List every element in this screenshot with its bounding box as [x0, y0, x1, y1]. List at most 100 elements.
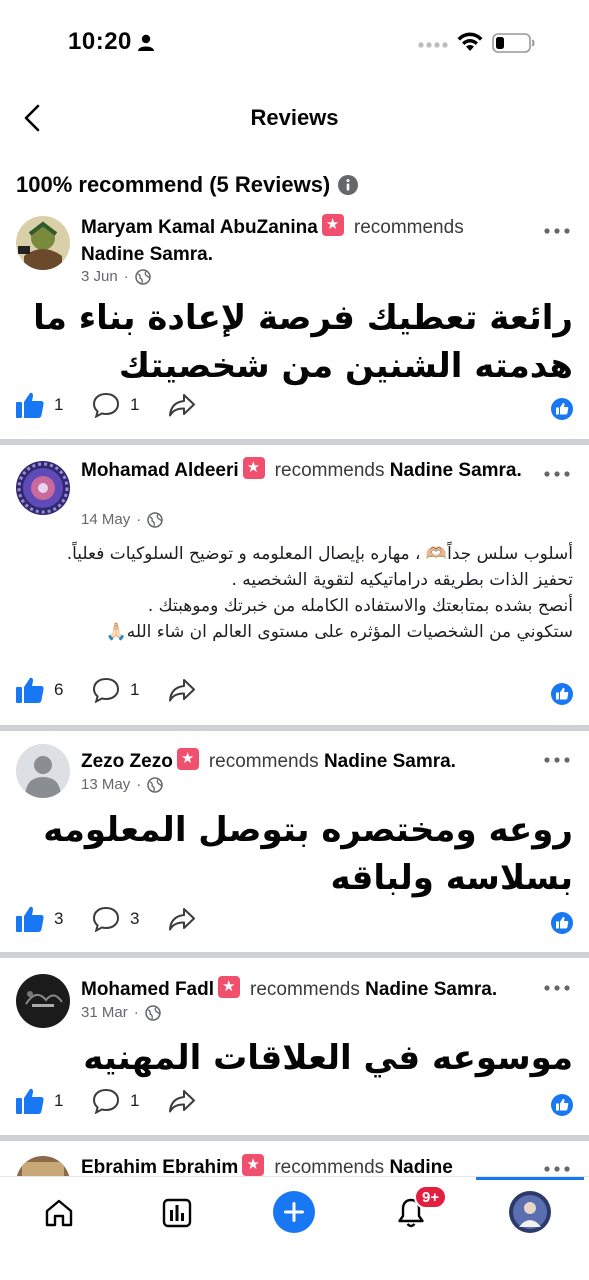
share-button[interactable] [168, 1088, 196, 1114]
more-options-icon[interactable] [543, 981, 571, 995]
like-button[interactable]: 3 [16, 906, 63, 932]
review-actions: 1 1 [0, 1088, 589, 1124]
review-actions: 6 1 [0, 677, 589, 713]
profile-avatar [509, 1191, 551, 1233]
comment-button[interactable]: 1 [92, 1088, 139, 1114]
home-icon [45, 1199, 73, 1227]
share-button[interactable] [168, 906, 196, 932]
tab-insights[interactable] [157, 1193, 197, 1233]
separator: · [136, 511, 142, 528]
share-button[interactable] [168, 392, 196, 418]
avatar[interactable] [16, 461, 70, 515]
share-icon [169, 908, 195, 931]
target-name[interactable]: Nadine Samra. [81, 244, 213, 265]
comment-button[interactable]: 1 [92, 677, 139, 703]
like-reaction-icon [551, 398, 573, 420]
share-icon [169, 1090, 195, 1113]
recommends-text: recommends [250, 979, 360, 1000]
target-name[interactable]: Nadine [389, 1157, 452, 1176]
recommends-text: recommends [274, 460, 385, 481]
comment-count: 3 [130, 909, 140, 928]
comment-icon [92, 906, 120, 932]
review-meta: 3 Jun · [81, 268, 151, 285]
page-title: Reviews [250, 105, 339, 130]
comment-icon [92, 1088, 120, 1114]
separator: · [136, 776, 142, 793]
review-text: روعه ومختصره بتوصل المعلومه بسلاسه ولباق… [43, 810, 573, 898]
recommends-text: recommends [274, 1157, 385, 1176]
globe-icon [147, 776, 163, 793]
comment-button[interactable]: 3 [92, 906, 139, 932]
review-card: Ebrahim Ebrahim recommends Nadine [0, 1150, 589, 1176]
like-count: 6 [54, 680, 64, 699]
globe-icon [147, 511, 163, 528]
star-badge-icon [176, 748, 199, 770]
review-meta: 14 May · [81, 511, 163, 528]
divider [0, 725, 589, 731]
author-line: Zezo Zezo recommends Nadine Samra. [81, 748, 529, 775]
tab-create[interactable] [273, 1191, 315, 1233]
comment-count: 1 [130, 680, 140, 699]
like-reaction-icon [551, 1094, 573, 1116]
review-text: موسوعه في العلاقات المهنيه [83, 1038, 573, 1078]
target-name[interactable]: Nadine Samra. [390, 460, 522, 481]
review-card: Zezo Zezo recommends Nadine Samra. 13 May… [0, 742, 589, 952]
review-card: Mohamad Aldeerirecommends Nadine Samra. … [0, 455, 589, 725]
more-options-icon[interactable] [543, 467, 571, 481]
review-text-line: أنصح بشده بمتابعتك والاستفاده الكامله من… [147, 596, 573, 616]
tab-profile[interactable] [509, 1191, 551, 1233]
author-name[interactable]: Ebrahim Ebrahim [81, 1157, 238, 1176]
star-badge-icon [321, 214, 344, 236]
like-count: 1 [54, 395, 64, 414]
person-icon [138, 34, 154, 51]
target-name[interactable]: Nadine Samra. [324, 751, 456, 772]
thumbs-up-icon [16, 906, 44, 932]
review-card: Maryam Kamal AbuZanina recommends Nadine … [0, 212, 589, 440]
review-date: 3 Jun [81, 268, 118, 285]
avatar[interactable] [16, 1156, 70, 1176]
notification-count-badge: 9+ [414, 1185, 448, 1209]
star-badge-icon [218, 976, 241, 998]
like-button[interactable]: 6 [16, 677, 63, 703]
review-text: أسلوب سلس جداً🫶🏼 ، مهاره بإيصال المعلومه… [16, 541, 573, 645]
more-options-icon[interactable] [543, 224, 571, 238]
review-actions: 3 3 [0, 906, 589, 942]
like-button[interactable]: 1 [16, 1088, 63, 1114]
status-time: 10:20 [68, 28, 132, 55]
author-name[interactable]: Mohamad Aldeeri [81, 460, 239, 481]
review-meta: 13 May · [81, 776, 163, 793]
comment-icon [92, 677, 120, 703]
share-button[interactable] [168, 677, 196, 703]
more-options-icon[interactable] [543, 1162, 571, 1176]
avatar[interactable] [16, 744, 70, 798]
target-name[interactable]: Nadine Samra. [365, 979, 497, 1000]
bottom-tab-bar: 9+ [0, 1176, 589, 1280]
thumbs-up-icon [16, 677, 44, 703]
globe-icon [134, 268, 151, 285]
avatar[interactable] [16, 216, 70, 270]
create-icon [284, 1202, 304, 1222]
recommends-text: recommends [353, 217, 464, 238]
recommend-summary: 100% recommend (5 Reviews) [16, 170, 359, 200]
comment-count: 1 [130, 395, 140, 414]
active-tab-indicator [476, 1177, 584, 1180]
more-options-icon[interactable] [543, 753, 571, 767]
info-icon[interactable] [338, 175, 359, 195]
summary-text: 100% recommend (5 Reviews) [16, 172, 331, 197]
review-text: رائعة تعطيك فرصة لإعادة بناء ما هدمته ال… [33, 298, 573, 386]
avatar[interactable] [16, 974, 70, 1028]
author-name[interactable]: Maryam Kamal AbuZanina [81, 217, 318, 238]
review-actions: 1 1 [0, 392, 589, 428]
review-date: 14 May [81, 511, 131, 528]
signal-icon [418, 42, 448, 48]
like-button[interactable]: 1 [16, 392, 63, 418]
author-line: Mohamed Fadl recommends Nadine Samra. [81, 976, 529, 1003]
divider [0, 439, 589, 445]
author-name[interactable]: Zezo Zezo [81, 751, 173, 772]
review-date: 13 May [81, 776, 131, 793]
tab-home[interactable] [39, 1193, 79, 1233]
like-count: 1 [54, 1091, 64, 1110]
author-name[interactable]: Mohamed Fadl [81, 979, 214, 1000]
comment-button[interactable]: 1 [92, 392, 139, 418]
thumbs-up-icon [16, 1088, 44, 1114]
